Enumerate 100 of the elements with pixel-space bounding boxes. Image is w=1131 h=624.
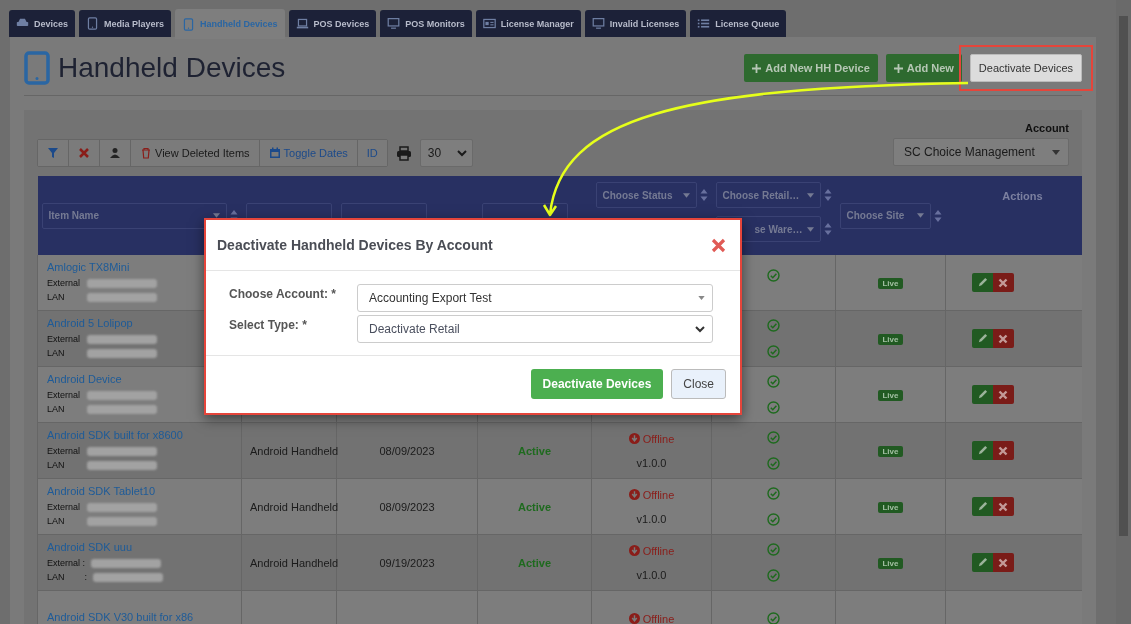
delete-button[interactable] xyxy=(992,385,1014,404)
edit-button[interactable] xyxy=(971,441,993,460)
redacted-value xyxy=(87,278,157,288)
status-text: Offline xyxy=(628,612,675,624)
plus-icon xyxy=(752,63,762,73)
tab[interactable]: License Manager xyxy=(475,10,581,37)
version-text: v1.0.0 xyxy=(636,512,667,525)
field-label: Choose Account: * xyxy=(229,286,337,301)
filter-select[interactable]: Choose Status xyxy=(595,182,697,208)
tab[interactable]: POS Monitors xyxy=(380,10,472,37)
tab[interactable]: Invalid Licenses xyxy=(584,10,687,37)
monitor-icon xyxy=(591,17,605,30)
tab[interactable]: POS Devices xyxy=(288,10,377,37)
close-button[interactable]: Close xyxy=(671,369,726,399)
field-label: LAN xyxy=(47,460,66,470)
table-cell: Android Handheld xyxy=(250,500,339,513)
field-label: Select Type: * xyxy=(229,317,308,332)
edit-button[interactable] xyxy=(971,385,993,404)
edit-button[interactable] xyxy=(971,497,993,516)
account-label: Account xyxy=(1025,122,1069,134)
field-label: LAN : xyxy=(47,572,87,582)
close-button[interactable] xyxy=(711,237,726,253)
pencil-icon xyxy=(976,501,988,512)
down-arrow-icon xyxy=(628,489,640,500)
field-label: External xyxy=(47,390,81,400)
add-button[interactable]: Add New HH Device xyxy=(744,54,878,82)
table-cell: Android Handheld xyxy=(250,444,339,457)
deactivate-button[interactable]: Deactivate Devices xyxy=(969,54,1082,82)
field-label: External xyxy=(47,278,81,288)
tool-button[interactable] xyxy=(38,140,69,166)
plus-icon xyxy=(893,63,903,73)
redacted-value xyxy=(87,348,157,358)
page-size-select[interactable]: 30 xyxy=(419,139,473,167)
pencil-icon xyxy=(976,557,988,568)
caret-icon xyxy=(682,192,690,198)
tablet-icon xyxy=(182,17,196,31)
toggle-dates-button[interactable]: Toggle Dates xyxy=(259,140,358,166)
redacted-value xyxy=(87,502,157,512)
close-icon xyxy=(998,501,1008,512)
close-icon xyxy=(998,333,1008,344)
view-deleted-button[interactable]: View Deleted Items xyxy=(131,140,260,166)
id-button[interactable]: ID xyxy=(357,140,387,166)
user-button[interactable] xyxy=(100,140,131,166)
filter-select[interactable]: Item Name xyxy=(41,202,227,229)
print-icon[interactable] xyxy=(395,145,412,161)
live-badge: Live xyxy=(878,558,903,569)
account-select[interactable]: Accounting Export Test xyxy=(357,284,713,312)
tab[interactable]: Devices xyxy=(9,10,76,37)
deactivate-button[interactable]: Deactivate Devices xyxy=(530,369,664,399)
filter-select[interactable]: Choose Retail… xyxy=(715,182,821,208)
field-label: LAN xyxy=(47,348,66,358)
dialog-title: Deactivate Handheld Devices By Account xyxy=(217,237,493,253)
state-text: Active xyxy=(518,444,551,457)
field-label: External : xyxy=(47,558,86,568)
table-cell: 08/09/2023 xyxy=(379,500,435,513)
type-select[interactable]: Deactivate Retail xyxy=(357,315,713,343)
live-badge: Live xyxy=(878,278,903,289)
delete-button[interactable] xyxy=(992,273,1014,292)
monitor-icon xyxy=(387,17,401,30)
calendar-icon xyxy=(268,147,281,159)
pencil-icon xyxy=(976,277,988,288)
close-icon xyxy=(78,147,90,159)
add-button[interactable]: Add New xyxy=(885,54,962,82)
redacted-value xyxy=(87,446,157,456)
edit-button[interactable] xyxy=(971,553,993,572)
edit-button[interactable] xyxy=(971,273,993,292)
field-label: LAN xyxy=(47,516,66,526)
page-title: Handheld Devices xyxy=(58,52,287,84)
delete-button[interactable] xyxy=(992,553,1014,572)
delete-button[interactable] xyxy=(992,441,1014,460)
clear-button[interactable] xyxy=(69,140,100,166)
redacted-value xyxy=(87,390,157,400)
table-cell: 09/19/2023 xyxy=(379,556,435,569)
live-badge: Live xyxy=(878,502,903,513)
redacted-value xyxy=(91,558,162,568)
pencil-icon xyxy=(976,389,988,400)
redacted-value xyxy=(87,460,157,470)
tab[interactable]: Media Players xyxy=(79,10,172,37)
close-icon xyxy=(998,389,1008,400)
caret-icon xyxy=(698,296,705,300)
field-label: LAN xyxy=(47,292,66,302)
account-select[interactable]: SC Choice Management xyxy=(893,138,1069,166)
caret-icon xyxy=(806,192,814,198)
status-text: Offline xyxy=(628,432,675,445)
scrollbar[interactable] xyxy=(1116,0,1131,624)
pencil-icon xyxy=(976,333,988,344)
down-arrow-icon xyxy=(628,433,640,444)
trash-icon xyxy=(140,147,152,159)
caret-icon xyxy=(806,226,814,232)
close-icon xyxy=(998,445,1008,456)
edit-button[interactable] xyxy=(971,329,993,348)
live-badge: Live xyxy=(878,390,903,401)
delete-button[interactable] xyxy=(992,329,1014,348)
filter-select[interactable]: Choose Site xyxy=(839,202,931,229)
state-text: Active xyxy=(518,556,551,569)
table-cell: 08/09/2023 xyxy=(379,444,435,457)
tab[interactable]: License Queue xyxy=(690,10,787,37)
field-label: External xyxy=(47,334,81,344)
close-icon xyxy=(998,277,1008,288)
delete-button[interactable] xyxy=(992,497,1014,516)
